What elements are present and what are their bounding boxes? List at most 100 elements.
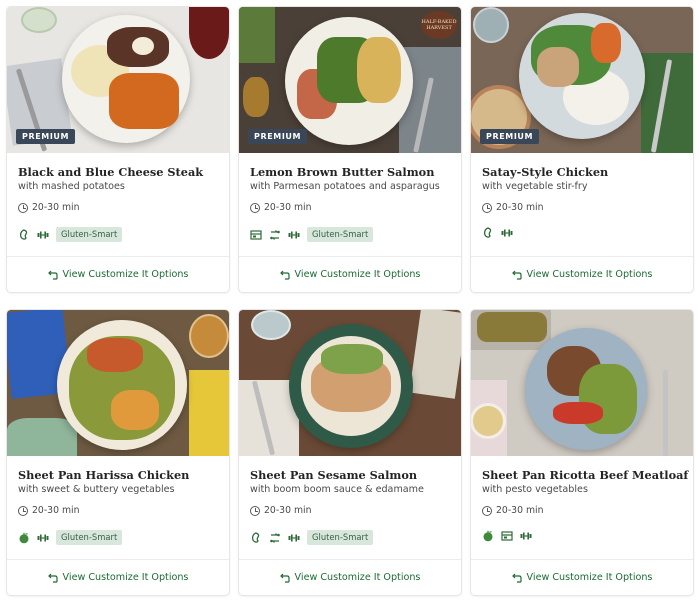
- carb-smart-icon: [483, 227, 492, 238]
- recipe-photo[interactable]: PREMIUM: [7, 7, 229, 153]
- recipe-card[interactable]: Sheet Pan Sesame Salmon with boom boom s…: [239, 310, 461, 595]
- quick-meal-icon: [501, 531, 513, 541]
- cook-time-label: 20-30 min: [496, 505, 544, 516]
- water-glass-decor: [473, 7, 509, 43]
- chicken: [87, 338, 143, 372]
- tag-row: Gluten-Smart: [250, 227, 374, 242]
- swap-arrow-icon: [47, 270, 58, 280]
- premium-badge: PREMIUM: [480, 129, 540, 144]
- recipe-subtitle: with sweet & buttery vegetables: [18, 484, 175, 495]
- recipe-photo[interactable]: HALF-BAKED HARVEST PREMIUM: [239, 7, 461, 153]
- recipe-card[interactable]: PREMIUM Satay-Style Chicken with vegetab…: [471, 7, 693, 292]
- protein-icon: [520, 532, 532, 540]
- view-customize-options-link[interactable]: View Customize It Options: [471, 559, 693, 595]
- view-customize-options-link[interactable]: View Customize It Options: [239, 559, 461, 595]
- peppers: [591, 23, 621, 63]
- premium-badge: PREMIUM: [248, 129, 308, 144]
- view-customize-options-link[interactable]: View Customize It Options: [239, 256, 461, 292]
- drink-glass-decor: [189, 314, 229, 358]
- recipe-subtitle: with mashed potatoes: [18, 181, 125, 192]
- recipe-card[interactable]: HALF-BAKED HARVEST PREMIUM Lemon Brown B…: [239, 7, 461, 292]
- clock-icon: [482, 505, 492, 516]
- carb-smart-icon: [19, 228, 28, 240]
- side-tray-decor: [409, 310, 461, 399]
- edamame: [321, 344, 383, 374]
- card-body: Sheet Pan Harissa Chicken with sweet & b…: [7, 456, 229, 557]
- view-customize-options-link[interactable]: View Customize It Options: [7, 256, 229, 292]
- quick-meal-icon: [250, 229, 262, 240]
- clock-icon: [18, 202, 28, 213]
- tag-row: Gluten-Smart: [18, 227, 123, 242]
- cook-time-label: 20-30 min: [32, 202, 80, 213]
- recipe-title[interactable]: Sheet Pan Harissa Chicken: [18, 468, 218, 482]
- recipe-title[interactable]: Satay-Style Chicken: [482, 165, 682, 179]
- view-customize-options-link[interactable]: View Customize It Options: [7, 559, 229, 595]
- recipe-subtitle: with pesto vegetables: [482, 484, 588, 495]
- calorie-smart-icon: [483, 530, 493, 542]
- cheese-topping: [132, 37, 154, 55]
- recipe-subtitle: with boom boom sauce & edamame: [250, 484, 424, 495]
- recipe-grid: PREMIUM Black and Blue Cheese Steak with…: [7, 7, 693, 599]
- swap-arrow-icon: [511, 270, 522, 280]
- recipe-title[interactable]: Sheet Pan Ricotta Beef Meatloaf: [482, 468, 688, 482]
- swap-arrow-icon: [279, 270, 290, 280]
- customize-icon: [270, 532, 280, 543]
- red-peppers: [553, 402, 603, 424]
- cook-time-label: 20-30 min: [496, 202, 544, 213]
- cook-time: 20-30 min: [250, 202, 450, 213]
- carrots: [109, 73, 179, 129]
- card-body: Satay-Style Chicken with vegetable stir-…: [471, 153, 693, 254]
- water-glass-decor: [251, 310, 291, 340]
- oven-mitt-decor: [7, 418, 77, 456]
- protein-icon: [288, 534, 300, 541]
- wine-glass-decor: [189, 7, 229, 59]
- fork-decor: [663, 370, 668, 456]
- swap-arrow-icon: [511, 573, 522, 583]
- swap-arrow-icon: [279, 573, 290, 583]
- protein-icon: [37, 534, 49, 541]
- tag-row: [482, 227, 513, 239]
- gluten-smart-pill: Gluten-Smart: [307, 227, 374, 242]
- card-body: Sheet Pan Ricotta Beef Meatloaf with pes…: [471, 456, 693, 557]
- tag-row: [482, 530, 532, 542]
- sweet-potatoes: [111, 390, 159, 430]
- protein-icon: [501, 229, 513, 237]
- cook-time-label: 20-30 min: [32, 505, 80, 516]
- yellow-napkin-decor: [189, 370, 229, 456]
- recipe-card[interactable]: Sheet Pan Ricotta Beef Meatloaf with pes…: [471, 310, 693, 595]
- swap-arrow-icon: [47, 573, 58, 583]
- card-body: Black and Blue Cheese Steak with mashed …: [7, 153, 229, 254]
- recipe-title[interactable]: Black and Blue Cheese Steak: [18, 165, 218, 179]
- cook-time: 20-30 min: [482, 202, 682, 213]
- recipe-photo[interactable]: [239, 310, 461, 456]
- view-customize-options-label: View Customize It Options: [62, 572, 189, 583]
- potatoes: [357, 37, 401, 103]
- recipe-title[interactable]: Lemon Brown Butter Salmon: [250, 165, 450, 179]
- recipe-card[interactable]: PREMIUM Black and Blue Cheese Steak with…: [7, 7, 229, 292]
- view-customize-options-label: View Customize It Options: [526, 572, 653, 583]
- cook-time: 20-30 min: [482, 505, 682, 516]
- asparagus-bunch-decor: [239, 7, 275, 63]
- calorie-smart-icon: [19, 532, 29, 543]
- gluten-smart-pill: Gluten-Smart: [307, 530, 374, 545]
- premium-badge: PREMIUM: [16, 129, 76, 144]
- view-customize-options-link[interactable]: View Customize It Options: [471, 256, 693, 292]
- tag-row: Gluten-Smart: [250, 530, 374, 545]
- view-customize-options-label: View Customize It Options: [62, 269, 189, 280]
- stamp-bottom-text: HARVEST: [426, 25, 452, 31]
- recipe-card[interactable]: Sheet Pan Harissa Chicken with sweet & b…: [7, 310, 229, 595]
- recipe-photo[interactable]: [471, 310, 693, 456]
- card-body: Lemon Brown Butter Salmon with Parmesan …: [239, 153, 461, 254]
- chicken: [537, 47, 579, 87]
- cook-time-label: 20-30 min: [264, 202, 312, 213]
- protein-icon: [37, 231, 49, 238]
- tag-row: Gluten-Smart: [18, 530, 123, 545]
- recipe-photo[interactable]: [7, 310, 229, 456]
- recipe-title[interactable]: Sheet Pan Sesame Salmon: [250, 468, 450, 482]
- view-customize-options-label: View Customize It Options: [294, 572, 421, 583]
- recipe-photo[interactable]: PREMIUM: [471, 7, 693, 153]
- glass-decor: [21, 7, 57, 33]
- cook-time: 20-30 min: [18, 505, 218, 516]
- recipe-subtitle: with Parmesan potatoes and asparagus: [250, 181, 440, 192]
- clock-icon: [18, 505, 28, 516]
